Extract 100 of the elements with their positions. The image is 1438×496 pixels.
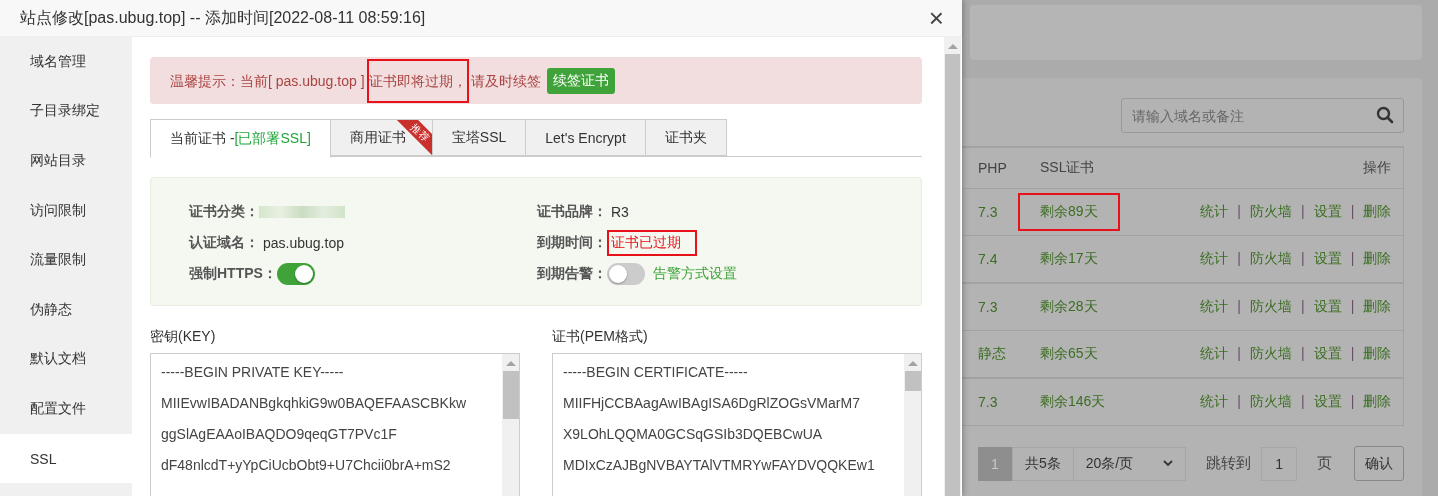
page-size-select[interactable]: 20条/页 xyxy=(1073,446,1187,481)
field-label: 密钥(KEY) xyxy=(150,328,217,346)
action-link[interactable]: 设置 xyxy=(1313,345,1342,363)
scrollbar[interactable] xyxy=(944,37,961,496)
table-cell-text: 7.4 xyxy=(978,251,999,267)
action-link[interactable]: 统计 xyxy=(1200,393,1229,411)
action-link[interactable]: 统计 xyxy=(1200,250,1229,268)
sidebar-item[interactable]: 子目录绑定 xyxy=(0,86,132,137)
separator-text: | xyxy=(1237,298,1241,316)
table-cell-text: 7.3 xyxy=(978,204,999,220)
confirm-button[interactable]: 确认 xyxy=(1354,446,1405,481)
sidebar-item[interactable]: 网站目录 xyxy=(0,136,132,186)
action-link[interactable]: 设置 xyxy=(1313,250,1342,268)
column-header: SSL证书 xyxy=(1040,159,1096,177)
warning-text: 温馨提示：当前[ pas.ubug.top ] xyxy=(169,71,366,91)
field-value: R3 xyxy=(610,202,630,222)
toggle-switch[interactable] xyxy=(276,262,315,285)
separator-text: | xyxy=(1301,203,1305,221)
tab-label: 当前证书 - xyxy=(170,129,235,148)
action-link[interactable]: 防火墙 xyxy=(1250,298,1292,316)
page-unit: 页 xyxy=(1317,454,1333,473)
page-input[interactable]: 1 xyxy=(1261,446,1298,481)
text-area[interactable]: -----BEGIN PRIVATE KEY----- MIIEvwIBADANBgkqhkiG9w0BAQEFAASCBKkw ggSlAgEAAoIBAQDO9qeqGT7PVc1F dF48nlcdT+yYpCiUcbObt9+U7Chcii0brA+mS2 xyxy=(150,353,520,496)
column-header: PHP xyxy=(978,160,1008,176)
sidebar-item[interactable]: 伪静态 xyxy=(0,284,132,335)
field-value: pas.ubug.top xyxy=(262,233,345,253)
table-cell[interactable]: 剩余146天 xyxy=(1018,383,1128,421)
search-field[interactable]: 请输入域名或备注 xyxy=(1121,98,1405,133)
action-link[interactable]: 删除 xyxy=(1363,345,1392,363)
action-link[interactable]: 删除 xyxy=(1363,298,1392,316)
action-link[interactable]: 防火墙 xyxy=(1250,393,1292,411)
action-link[interactable]: 设置 xyxy=(1313,203,1342,221)
separator-text: | xyxy=(1301,298,1305,316)
code-line: ggSlAgEAAoIBAQDO9qeqGT7PVc1F xyxy=(161,425,398,444)
tab-label: Let's Encrypt xyxy=(545,129,626,146)
field-label: 强制HTTPS： xyxy=(189,264,277,283)
renew-button[interactable]: 续签证书 xyxy=(546,67,615,94)
field-label: 证书品牌： xyxy=(537,202,607,221)
sidebar-item[interactable]: 流量限制 xyxy=(0,235,132,285)
code-line: X9LOhLQQMA0GCSqGSIb3DQEBCwUA xyxy=(563,425,824,444)
field-label: 认证域名： xyxy=(189,233,259,252)
action-link[interactable]: 删除 xyxy=(1363,203,1392,221)
column-header: 操作 xyxy=(1363,159,1392,177)
tab[interactable]: 证书夹 xyxy=(645,119,727,156)
sidebar-item[interactable]: 域名管理 xyxy=(0,37,132,87)
separator-text: | xyxy=(1237,203,1241,221)
field-label: 证书(PEM格式) xyxy=(552,328,649,346)
separator-text: | xyxy=(1237,250,1241,268)
action-link[interactable]: 删除 xyxy=(1363,250,1392,268)
code-line: -----BEGIN CERTIFICATE----- xyxy=(563,363,749,382)
field-label: 证书分类： xyxy=(189,202,259,221)
alert-settings-link[interactable]: 告警方式设置 xyxy=(653,264,737,283)
total-count: 共5条 xyxy=(1012,446,1074,481)
action-link[interactable]: 防火墙 xyxy=(1250,345,1292,363)
tab-label: 证书夹 xyxy=(664,128,707,147)
action-link[interactable]: 统计 xyxy=(1200,345,1229,363)
page-number[interactable]: 1 xyxy=(978,446,1012,481)
sidebar-item[interactable]: 配置文件 xyxy=(0,384,132,434)
text-area[interactable]: -----BEGIN CERTIFICATE----- MIIFHjCCBAagAwIBAgISA6DgRlZOGsVMarM7 X9LOhLQQMA0GCSqGSIb3DQEBCwUA MDIxCzAJBgNVBAYTAlVTMRYwFAYDVQQKEw1 xyxy=(552,353,922,496)
sidebar-item[interactable]: SSL xyxy=(0,433,132,484)
separator-text: | xyxy=(1301,345,1305,363)
separator-text: | xyxy=(1350,250,1355,268)
action-link[interactable]: 防火墙 xyxy=(1250,250,1292,268)
table-cell[interactable]: 剩余17天 xyxy=(1018,240,1120,278)
separator-text: | xyxy=(1237,393,1241,411)
action-link[interactable]: 设置 xyxy=(1313,298,1342,316)
field-label: 到期时间： xyxy=(537,233,607,252)
close-button[interactable]: × xyxy=(928,5,944,31)
toggle-switch[interactable] xyxy=(607,262,645,285)
tab-label: 宝塔SSL xyxy=(451,128,507,147)
sidebar-item[interactable]: 访问限制 xyxy=(0,185,132,236)
code-line: -----BEGIN PRIVATE KEY----- xyxy=(161,363,345,382)
sidebar-item[interactable]: 默认文档 xyxy=(0,334,132,385)
code-line: MDIxCzAJBgNVBAYTAlVTMRYwFAYDVQQKEw1 xyxy=(563,456,876,475)
tab[interactable]: 当前证书 -[已部署SSL] xyxy=(150,119,331,158)
separator-text: | xyxy=(1301,393,1305,411)
code-line: MIIFHjCCBAagAwIBAgISA6DgRlZOGsVMarM7 xyxy=(563,394,861,413)
table-cell[interactable]: 剩余89天 xyxy=(1018,193,1120,231)
field-value: 证书已过期 xyxy=(607,229,697,256)
status-text: [已部署SSL] xyxy=(234,129,311,148)
action-link[interactable]: 删除 xyxy=(1363,393,1392,411)
warning-text: 请及时续签 xyxy=(469,71,542,91)
dialog-title: 站点修改[pas.ubug.top] -- 添加时间[2022-08-11 08:59:16] xyxy=(20,7,426,28)
table-cell[interactable]: 剩余65天 xyxy=(1018,335,1120,373)
action-link[interactable]: 防火墙 xyxy=(1250,203,1292,221)
code-line: dF48nlcdT+yYpCiUcbObt9+U7Chcii0brA+mS2 xyxy=(161,456,452,475)
jump-label: 跳转到 xyxy=(1206,454,1252,473)
search-icon[interactable] xyxy=(1376,106,1395,124)
tab[interactable]: 商用证书 推荐 xyxy=(330,119,433,156)
tab[interactable]: 宝塔SSL xyxy=(432,119,527,156)
action-link[interactable]: 统计 xyxy=(1200,203,1229,221)
warning-text: 证书即将过期， xyxy=(366,58,469,103)
action-link[interactable]: 设置 xyxy=(1313,393,1342,411)
separator-text: | xyxy=(1301,250,1305,268)
table-cell[interactable]: 剩余28天 xyxy=(1018,288,1120,326)
action-link[interactable]: 统计 xyxy=(1200,298,1229,316)
tab[interactable]: Let's Encrypt xyxy=(526,119,646,156)
separator-text: | xyxy=(1350,393,1355,411)
table-cell-text: 7.3 xyxy=(978,299,999,315)
separator-text: | xyxy=(1350,345,1355,363)
